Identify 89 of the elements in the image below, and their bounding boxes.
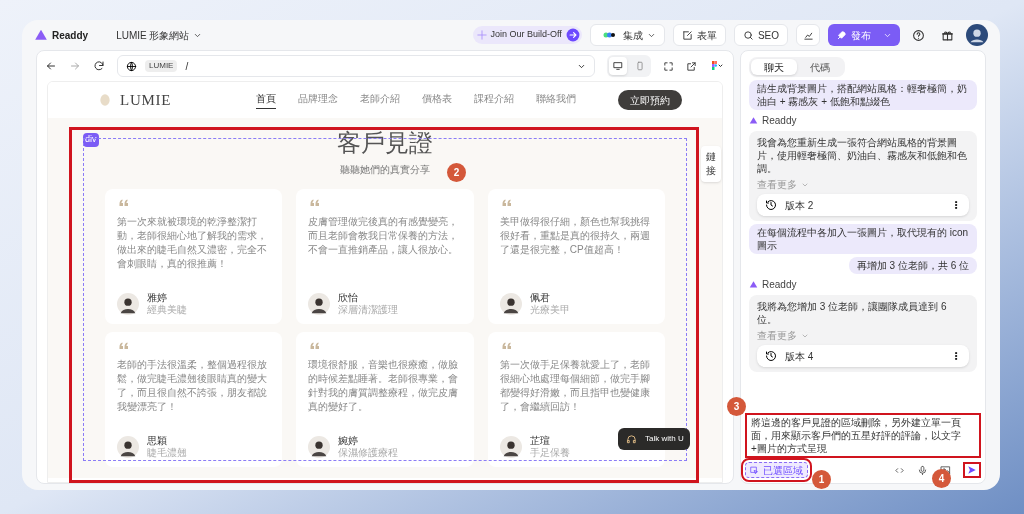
nav-link[interactable]: 價格表 bbox=[422, 91, 453, 109]
cursor-icon bbox=[750, 465, 759, 475]
avatar-icon bbox=[499, 436, 522, 458]
book-now-button[interactable]: 立即預約 bbox=[618, 90, 682, 110]
message-text: 我將為您增加 3 位老師，讓團隊成員達到 6 位。 bbox=[757, 300, 948, 326]
logo-icon bbox=[749, 116, 758, 125]
help-icon[interactable] bbox=[912, 28, 925, 42]
app-name: Readdy bbox=[52, 28, 89, 43]
globe-icon bbox=[126, 60, 137, 72]
avatar-icon bbox=[308, 436, 331, 458]
avatar-icon bbox=[308, 293, 331, 315]
address-bar[interactable]: LUMIE / bbox=[117, 55, 595, 77]
version-label: 版本 4 bbox=[785, 349, 815, 364]
external-link-icon[interactable] bbox=[686, 60, 697, 72]
logo-icon bbox=[749, 280, 758, 289]
chat-button[interactable]: Talk with U bbox=[618, 428, 690, 450]
nav-link[interactable]: 課程介紹 bbox=[474, 91, 515, 109]
customer-name: 欣怡 bbox=[338, 292, 360, 304]
history-icon bbox=[765, 350, 777, 362]
customer-name: 思穎 bbox=[147, 435, 168, 447]
nav-link[interactable]: 聯絡我們 bbox=[536, 91, 577, 109]
send-button[interactable] bbox=[963, 462, 981, 478]
testimonial-text: 第一次做手足保養就愛上了，老師很細心地處理每個細節，做完手腳都變得好滑嫩，而且指甲也變健康了，會繼續回訪！ bbox=[499, 358, 651, 414]
quote-icon bbox=[117, 340, 131, 352]
chat-tab[interactable]: 代碼 bbox=[797, 59, 843, 75]
avatar-icon bbox=[499, 293, 522, 315]
back-icon[interactable] bbox=[45, 60, 57, 72]
user-message: 在每個流程中各加入一張圖片，取代現有的 icon 圖示 bbox=[749, 224, 977, 254]
version-card[interactable]: 版本 2 bbox=[757, 194, 969, 216]
fullscreen-icon[interactable] bbox=[663, 60, 674, 72]
nav-link[interactable]: 品牌理念 bbox=[298, 91, 339, 109]
message-input[interactable]: 將這邊的客戶見證的區域刪除，另外建立單一頁面，用來顯示客戶們的五星好評的評論，以文字+圖片的方式呈現 bbox=[745, 413, 981, 458]
publish-button[interactable]: 發布 bbox=[828, 24, 900, 46]
chat-tab[interactable]: 聊天 bbox=[751, 59, 797, 75]
search-icon bbox=[742, 29, 754, 41]
customer-name: 雅婷 bbox=[147, 292, 168, 304]
nav-link[interactable]: 首頁 bbox=[256, 91, 277, 109]
headset-icon bbox=[626, 433, 637, 445]
avatar-icon bbox=[117, 436, 139, 458]
testimonial-text: 美甲做得很仔細，顏色也幫我挑得很好看，重點是真的很持久，兩週了還是很完整，CP值超高！ bbox=[499, 215, 651, 257]
reload-icon[interactable] bbox=[93, 60, 105, 72]
gift-icon[interactable] bbox=[941, 28, 954, 42]
user-message: 請生成背景圖片，搭配網站風格：輕奢極簡，奶油白 + 霧感灰 + 低飽和點綴色 bbox=[749, 80, 977, 110]
customer-name: 佩君 bbox=[529, 292, 551, 304]
nav-link[interactable]: 老師介紹 bbox=[360, 91, 401, 109]
send-icon bbox=[967, 465, 977, 475]
figma-icon[interactable] bbox=[709, 60, 725, 72]
customer-name: 婉婷 bbox=[338, 435, 360, 447]
site-chip: LUMIE bbox=[145, 60, 178, 72]
testimonial-text: 老師的手法很溫柔，整個過程很放鬆，做完睫毛濃翹後眼睛真的變大了，而且很自然不誇張，朋友都說我變漂亮了！ bbox=[117, 358, 268, 414]
sender-name: Readdy bbox=[762, 114, 797, 128]
quote-icon bbox=[117, 197, 131, 209]
project-menu[interactable]: LUMIE 形象網站 bbox=[116, 27, 203, 43]
url-path: / bbox=[185, 59, 190, 74]
desktop-button[interactable] bbox=[609, 57, 627, 75]
side-tab[interactable]: 鏈接 bbox=[701, 146, 721, 182]
service-name: 睫毛濃翹 bbox=[147, 447, 187, 459]
service-name: 保濕修護療程 bbox=[338, 447, 399, 459]
avatar-icon bbox=[117, 293, 139, 315]
testimonial-text: 皮膚管理做完後真的有感覺變亮，而且老師會教我日常保養的方法，不會一直推銷產品，讓人很放心。 bbox=[308, 215, 460, 257]
user-message: 再增加 3 位老師，共 6 位 bbox=[848, 257, 977, 274]
service-name: 光療美甲 bbox=[529, 304, 570, 316]
monitor-icon bbox=[613, 61, 623, 71]
logo-icon bbox=[34, 28, 48, 42]
service-name: 經典美睫 bbox=[147, 304, 187, 316]
testimonial-text: 環境很舒服，音樂也很療癒，做臉的時候差點睡著。老師很專業，會針對我的膚質調整療程，做完皮膚真的變好了。 bbox=[308, 358, 460, 414]
logo-icon bbox=[98, 92, 112, 108]
microphone-icon[interactable] bbox=[917, 464, 928, 476]
history-icon bbox=[765, 199, 777, 211]
site-logo: LUMIE bbox=[120, 90, 172, 110]
form-button[interactable]: 表單 bbox=[672, 24, 726, 46]
edit-icon bbox=[681, 29, 693, 41]
avatar-icon[interactable] bbox=[966, 24, 988, 46]
customer-name: 芷瑄 bbox=[529, 435, 551, 447]
version-card[interactable]: 版本 4 bbox=[757, 345, 969, 367]
phone-icon bbox=[635, 61, 645, 71]
message-text: 我會為您重新生成一張符合網站風格的背景圖片，使用輕奢極簡、奶油白、霧感灰和低飽和色調。 bbox=[757, 136, 968, 175]
integrations-menu[interactable]: 集成 bbox=[589, 24, 665, 46]
sparkle-icon bbox=[476, 30, 487, 40]
analytics-button[interactable] bbox=[796, 24, 820, 46]
service-name: 手足保養 bbox=[529, 447, 570, 459]
service-name: 深層清潔護理 bbox=[338, 304, 399, 316]
sender-name: Readdy bbox=[762, 278, 797, 292]
promo-button[interactable]: Join Our Build-Off bbox=[472, 26, 582, 44]
section-subtitle: 聽聽她們的真實分享 bbox=[340, 163, 430, 177]
version-label: 版本 2 bbox=[785, 198, 815, 213]
section-title: 客戶見證 bbox=[337, 128, 433, 158]
seo-button[interactable]: SEO bbox=[733, 24, 788, 46]
testimonial-text: 第一次來就被環境的乾淨整潔打動，老師很細心地了解我的需求，做出來的睫毛自然又濃密，完全不會刺眼睛，真的很推薦！ bbox=[117, 215, 268, 271]
